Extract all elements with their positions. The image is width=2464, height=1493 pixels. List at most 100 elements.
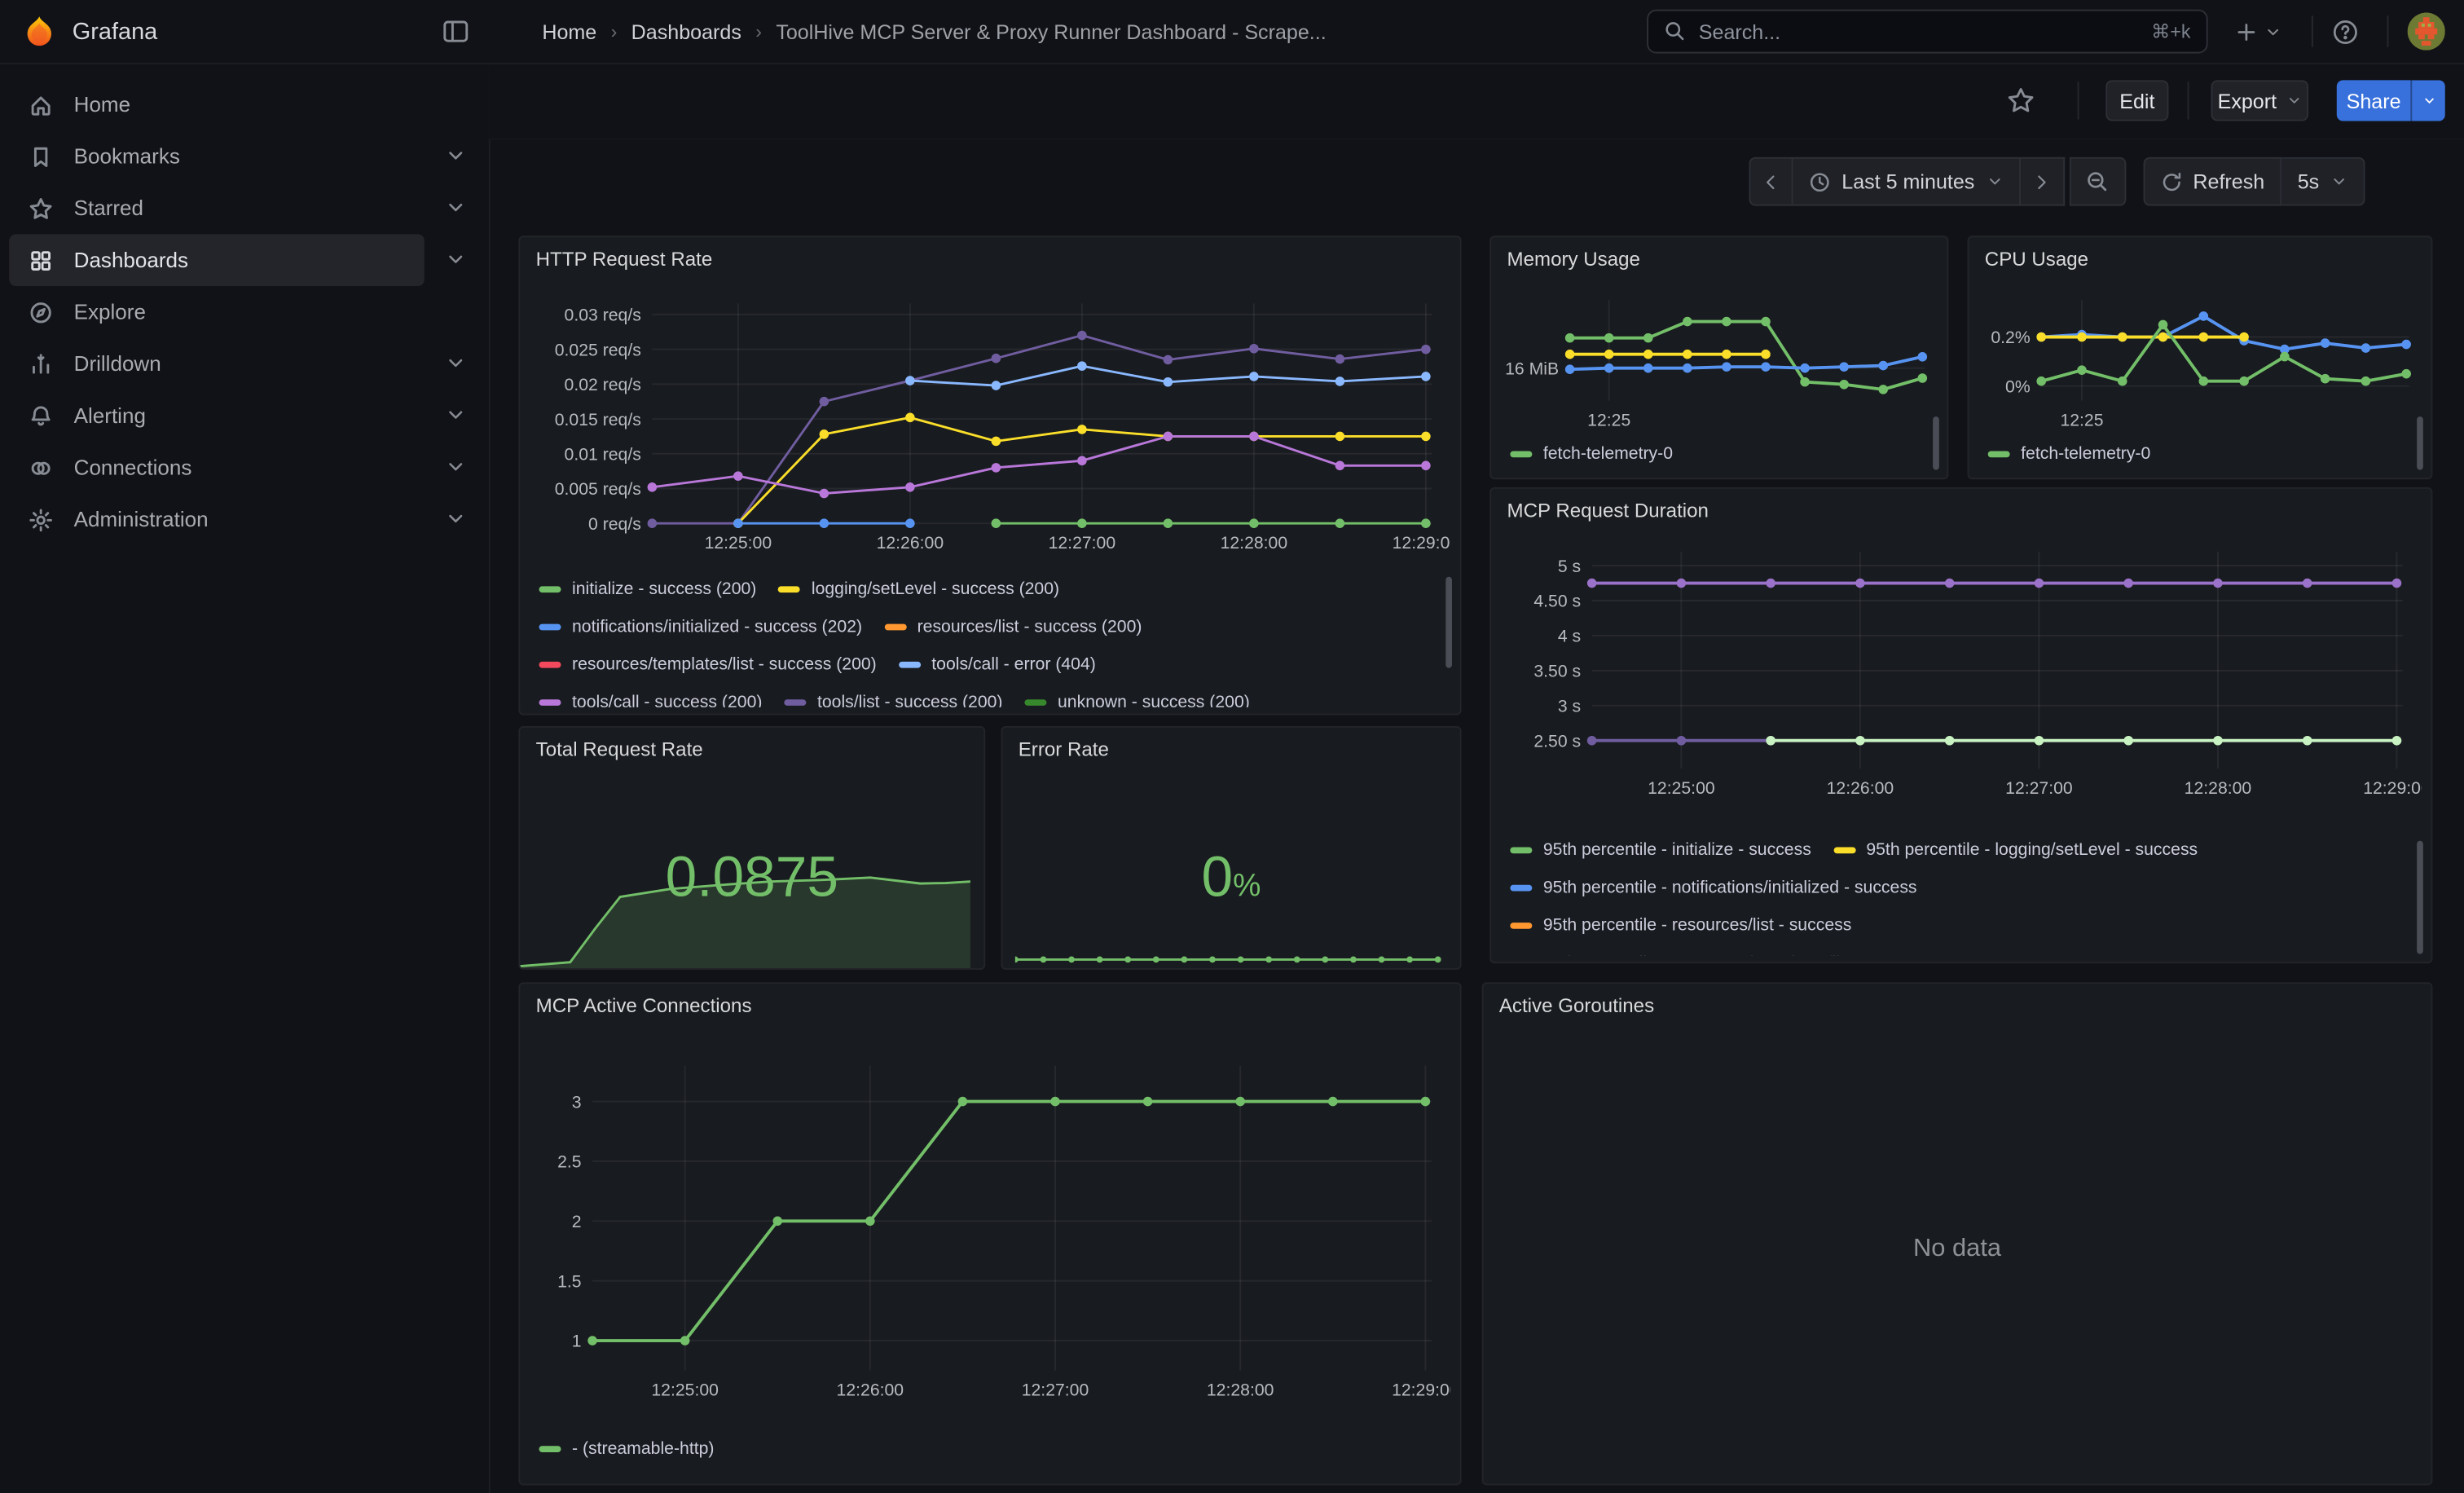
time-shift-back-button[interactable] bbox=[1749, 157, 1793, 206]
clock-icon bbox=[1809, 170, 1831, 192]
panel-title[interactable]: Error Rate bbox=[1019, 738, 1109, 760]
user-avatar[interactable] bbox=[2408, 12, 2445, 50]
svg-text:0.02 req/s: 0.02 req/s bbox=[565, 376, 641, 394]
breadcrumb: Home › Dashboards › ToolHive MCP Server … bbox=[542, 0, 1326, 63]
gear-icon bbox=[29, 507, 54, 532]
sidebar-item-administration[interactable]: Administration bbox=[10, 494, 425, 546]
sidebar-item-explore[interactable]: Explore bbox=[10, 286, 425, 338]
legend-item[interactable]: resources/list - success (200) bbox=[884, 618, 1142, 636]
breadcrumb-dashboards[interactable]: Dashboards bbox=[631, 20, 741, 43]
legend-scrollbar[interactable] bbox=[2417, 841, 2423, 954]
chevron-down-icon[interactable] bbox=[445, 196, 467, 218]
legend-item[interactable]: 95th percentile - notifications/initiali… bbox=[1510, 879, 1916, 897]
sidebar-item-starred[interactable]: Starred bbox=[10, 183, 425, 235]
http-legend[interactable]: initialize - success (200) logging/setLev… bbox=[539, 570, 1434, 707]
legend-item[interactable]: tools/call - success (200) bbox=[539, 693, 762, 707]
zoom-out-icon bbox=[2085, 170, 2109, 193]
chevron-down-icon[interactable] bbox=[445, 508, 467, 530]
legend-item[interactable]: 95th percentile - resources/list - succe… bbox=[1510, 916, 1851, 935]
panel-title[interactable]: CPU Usage bbox=[1985, 249, 2088, 271]
refresh-interval-picker[interactable]: 5s bbox=[2281, 157, 2365, 206]
cpu-legend[interactable]: fetch-telemetry-0 bbox=[1988, 435, 2409, 474]
legend-item[interactable]: unknown - success (200) bbox=[1024, 693, 1249, 707]
plus-icon bbox=[2234, 20, 2258, 43]
breadcrumb-separator: › bbox=[611, 20, 618, 42]
legend-item[interactable]: - (streamable-http) bbox=[539, 1440, 714, 1459]
legend-item[interactable]: initialize - success (200) bbox=[539, 580, 756, 599]
panel-title[interactable]: MCP Request Duration bbox=[1507, 500, 1708, 522]
connections-legend[interactable]: - (streamable-http) bbox=[539, 1430, 1434, 1478]
svg-text:12:26:00: 12:26:00 bbox=[837, 1381, 904, 1400]
panel-active-goroutines: Active Goroutines No data bbox=[1482, 982, 2433, 1485]
toolbar-divider bbox=[2078, 81, 2079, 119]
grafana-logo-home[interactable]: Grafana bbox=[22, 14, 157, 48]
legend-item[interactable]: notifications/initialized - success (202… bbox=[539, 618, 862, 636]
legend-scrollbar[interactable] bbox=[1445, 577, 1452, 668]
legend-item[interactable]: 95th percentile - initialize - success bbox=[1510, 841, 1811, 860]
error-rate-sparkline bbox=[1015, 943, 1450, 965]
duration-legend[interactable]: 95th percentile - initialize - success 95… bbox=[1510, 831, 2405, 955]
panel-title[interactable]: Active Goroutines bbox=[1499, 995, 1654, 1017]
legend-label: resources/templates/list - success (200) bbox=[572, 655, 877, 674]
chevron-down-icon[interactable] bbox=[445, 404, 467, 426]
svg-text:12:27:00: 12:27:00 bbox=[1049, 534, 1116, 553]
refresh-button[interactable]: Refresh bbox=[2143, 157, 2282, 206]
drilldown-icon bbox=[29, 351, 54, 377]
toolbar-divider bbox=[2188, 81, 2189, 119]
svg-text:0%: 0% bbox=[2005, 377, 2031, 396]
time-shift-forward-button[interactable] bbox=[2020, 157, 2064, 206]
sidebar-item-label: Bookmarks bbox=[74, 144, 425, 168]
legend-item[interactable]: tools/list - success (200) bbox=[784, 693, 1002, 707]
sidebar-item-home[interactable]: Home bbox=[10, 78, 425, 130]
sidebar-item-bookmarks[interactable]: Bookmarks bbox=[10, 130, 425, 183]
sidebar-item-connections[interactable]: Connections bbox=[10, 442, 425, 494]
legend-item[interactable]: resources/templates/list - success (200) bbox=[539, 655, 876, 674]
panel-title[interactable]: MCP Active Connections bbox=[536, 995, 752, 1017]
sidebar-item-drilldown[interactable]: Drilldown bbox=[10, 338, 425, 390]
svg-text:1: 1 bbox=[572, 1332, 582, 1351]
chevron-down-icon bbox=[2421, 93, 2436, 108]
help-button[interactable] bbox=[2332, 0, 2359, 63]
legend-swatch bbox=[1510, 847, 1532, 853]
legend-item[interactable]: fetch-telemetry-0 bbox=[1988, 445, 2151, 464]
svg-text:0.015 req/s: 0.015 req/s bbox=[555, 411, 641, 429]
zoom-out-button[interactable] bbox=[2069, 157, 2125, 206]
share-button[interactable]: Share bbox=[2337, 80, 2411, 121]
memory-legend[interactable]: fetch-telemetry-0 bbox=[1510, 435, 1925, 474]
legend-item[interactable]: 95th percentile - logging/setLevel - suc… bbox=[1833, 841, 2198, 860]
panel-title[interactable]: Memory Usage bbox=[1507, 249, 1639, 271]
edit-button[interactable]: Edit bbox=[2105, 80, 2168, 121]
legend-item[interactable]: logging/setLevel - success (200) bbox=[778, 580, 1059, 599]
legend-label: 95th percentile - initialize - success bbox=[1543, 841, 1811, 860]
svg-text:2.5: 2.5 bbox=[557, 1153, 581, 1172]
panel-title[interactable]: HTTP Request Rate bbox=[536, 249, 713, 271]
legend-item[interactable]: 95th percentile - resources/templates/li… bbox=[1510, 954, 1931, 956]
chevron-down-icon[interactable] bbox=[445, 352, 467, 374]
legend-label: 95th percentile - logging/setLevel - suc… bbox=[1866, 841, 2198, 860]
breadcrumb-current: ToolHive MCP Server & Proxy Runner Dashb… bbox=[776, 20, 1326, 43]
svg-text:12:25:00: 12:25:00 bbox=[1648, 779, 1715, 798]
panel-title[interactable]: Total Request Rate bbox=[536, 738, 703, 760]
svg-text:0.025 req/s: 0.025 req/s bbox=[555, 341, 641, 359]
chevron-down-icon[interactable] bbox=[445, 144, 467, 166]
collapse-sidebar-icon[interactable] bbox=[442, 17, 470, 46]
export-button[interactable]: Export bbox=[2211, 80, 2308, 121]
legend-scrollbar[interactable] bbox=[1933, 416, 1939, 470]
legend-item[interactable]: tools/call - error (404) bbox=[899, 655, 1096, 674]
time-range-group: Last 5 minutes bbox=[1749, 157, 2125, 206]
search-input[interactable]: Search... ⌘+k bbox=[1647, 10, 2207, 54]
share-menu-button[interactable] bbox=[2410, 80, 2444, 121]
time-controls: Last 5 minutes Refresh 5s bbox=[1749, 157, 2365, 206]
sidebar-item-alerting[interactable]: Alerting bbox=[10, 390, 425, 442]
add-menu-button[interactable] bbox=[2234, 0, 2281, 63]
favorite-star-icon[interactable] bbox=[2007, 86, 2035, 115]
legend-label: resources/list - success (200) bbox=[917, 618, 1142, 636]
legend-item[interactable]: fetch-telemetry-0 bbox=[1510, 445, 1673, 464]
dashboard-canvas: Last 5 minutes Refresh 5s bbox=[489, 139, 2464, 1493]
chevron-down-icon[interactable] bbox=[445, 249, 467, 271]
time-range-picker[interactable]: Last 5 minutes bbox=[1793, 157, 2020, 206]
breadcrumb-home[interactable]: Home bbox=[542, 20, 596, 43]
legend-scrollbar[interactable] bbox=[2417, 416, 2423, 470]
chevron-down-icon[interactable] bbox=[445, 456, 467, 478]
sidebar-item-dashboards[interactable]: Dashboards bbox=[10, 234, 425, 286]
